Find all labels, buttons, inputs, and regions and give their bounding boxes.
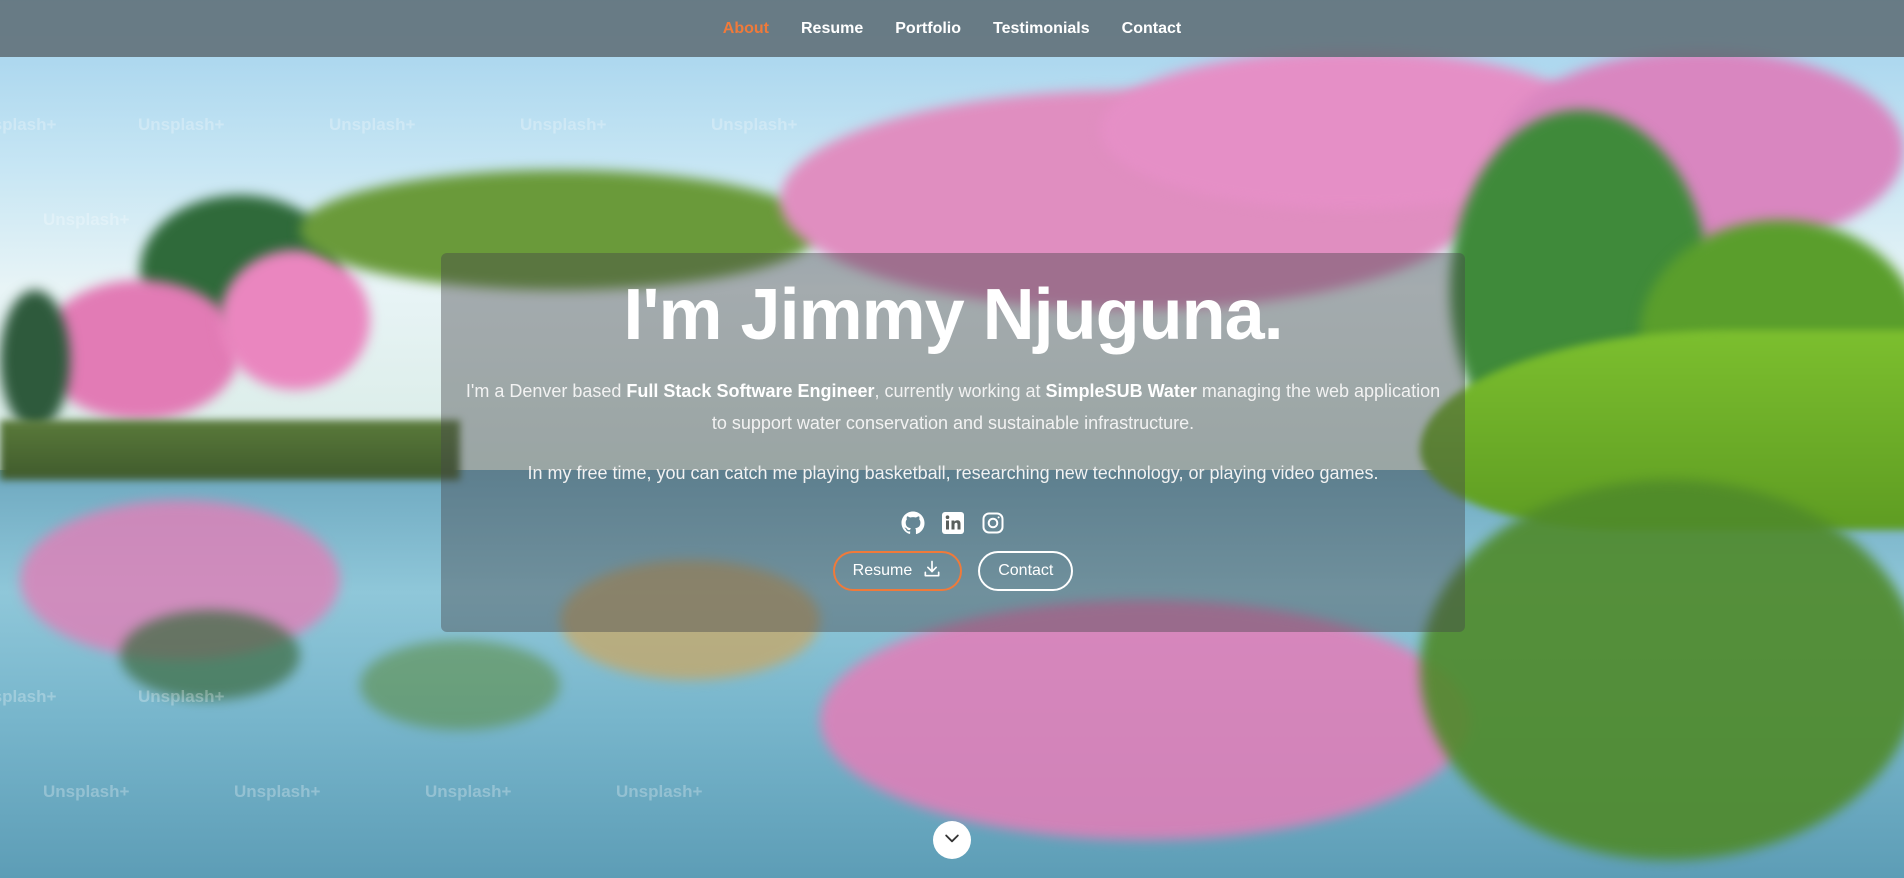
watermark: Unsplash+ bbox=[138, 115, 225, 134]
instagram-icon[interactable] bbox=[981, 511, 1005, 535]
social-links bbox=[441, 511, 1465, 535]
watermark: Unsplash+ bbox=[0, 687, 57, 706]
chevron-down-icon bbox=[942, 828, 962, 853]
resume-button[interactable]: Resume bbox=[832, 551, 963, 591]
nav-resume[interactable]: Resume bbox=[801, 20, 863, 38]
bio-text: I'm a Denver based bbox=[465, 381, 627, 401]
hero-card: I'm Jimmy Njuguna. I'm a Denver based Fu… bbox=[441, 253, 1465, 632]
bio-text: , currently working at bbox=[874, 381, 1046, 401]
watermark: Unsplash+ bbox=[43, 210, 130, 229]
bio-role: Full Stack Software Engineer bbox=[626, 381, 875, 401]
watermark: Unsplash+ bbox=[520, 115, 607, 134]
nav-testimonials[interactable]: Testimonials bbox=[993, 20, 1090, 38]
bio-company: SimpleSUB Water bbox=[1045, 381, 1197, 401]
watermark: Unsplash+ bbox=[138, 687, 225, 706]
linkedin-icon[interactable] bbox=[941, 511, 965, 535]
blossom-tree bbox=[40, 280, 240, 420]
download-icon bbox=[922, 559, 942, 584]
nav-portfolio[interactable]: Portfolio bbox=[895, 20, 961, 38]
watermark: Unsplash+ bbox=[616, 782, 703, 801]
shore bbox=[0, 420, 460, 480]
scroll-down-button[interactable] bbox=[933, 821, 971, 859]
watermark: Unsplash+ bbox=[711, 115, 798, 134]
watermark: Unsplash+ bbox=[234, 782, 321, 801]
nav-contact[interactable]: Contact bbox=[1122, 20, 1182, 38]
watermark: Unsplash+ bbox=[329, 115, 416, 134]
watermark: Unsplash+ bbox=[43, 782, 130, 801]
hero-buttons: Resume Contact bbox=[441, 551, 1465, 591]
reflection bbox=[1420, 480, 1904, 860]
watermark: Unsplash+ bbox=[425, 782, 512, 801]
top-nav: About Resume Portfolio Testimonials Cont… bbox=[0, 0, 1904, 57]
reflection bbox=[360, 640, 560, 730]
blossom-tree bbox=[220, 250, 370, 390]
contact-button-label: Contact bbox=[998, 562, 1054, 579]
hero-free-time: In my free time, you can catch me playin… bbox=[527, 463, 1379, 483]
github-icon[interactable] bbox=[901, 511, 925, 535]
nav-about[interactable]: About bbox=[723, 20, 769, 38]
reflection bbox=[820, 600, 1470, 840]
tree bbox=[0, 290, 70, 430]
hero-bio: I'm a Denver based Full Stack Software E… bbox=[461, 375, 1445, 439]
watermark: Unsplash+ bbox=[0, 115, 57, 134]
resume-button-label: Resume bbox=[852, 562, 913, 579]
contact-button[interactable]: Contact bbox=[978, 551, 1074, 591]
hero-title: I'm Jimmy Njuguna. bbox=[623, 275, 1283, 355]
